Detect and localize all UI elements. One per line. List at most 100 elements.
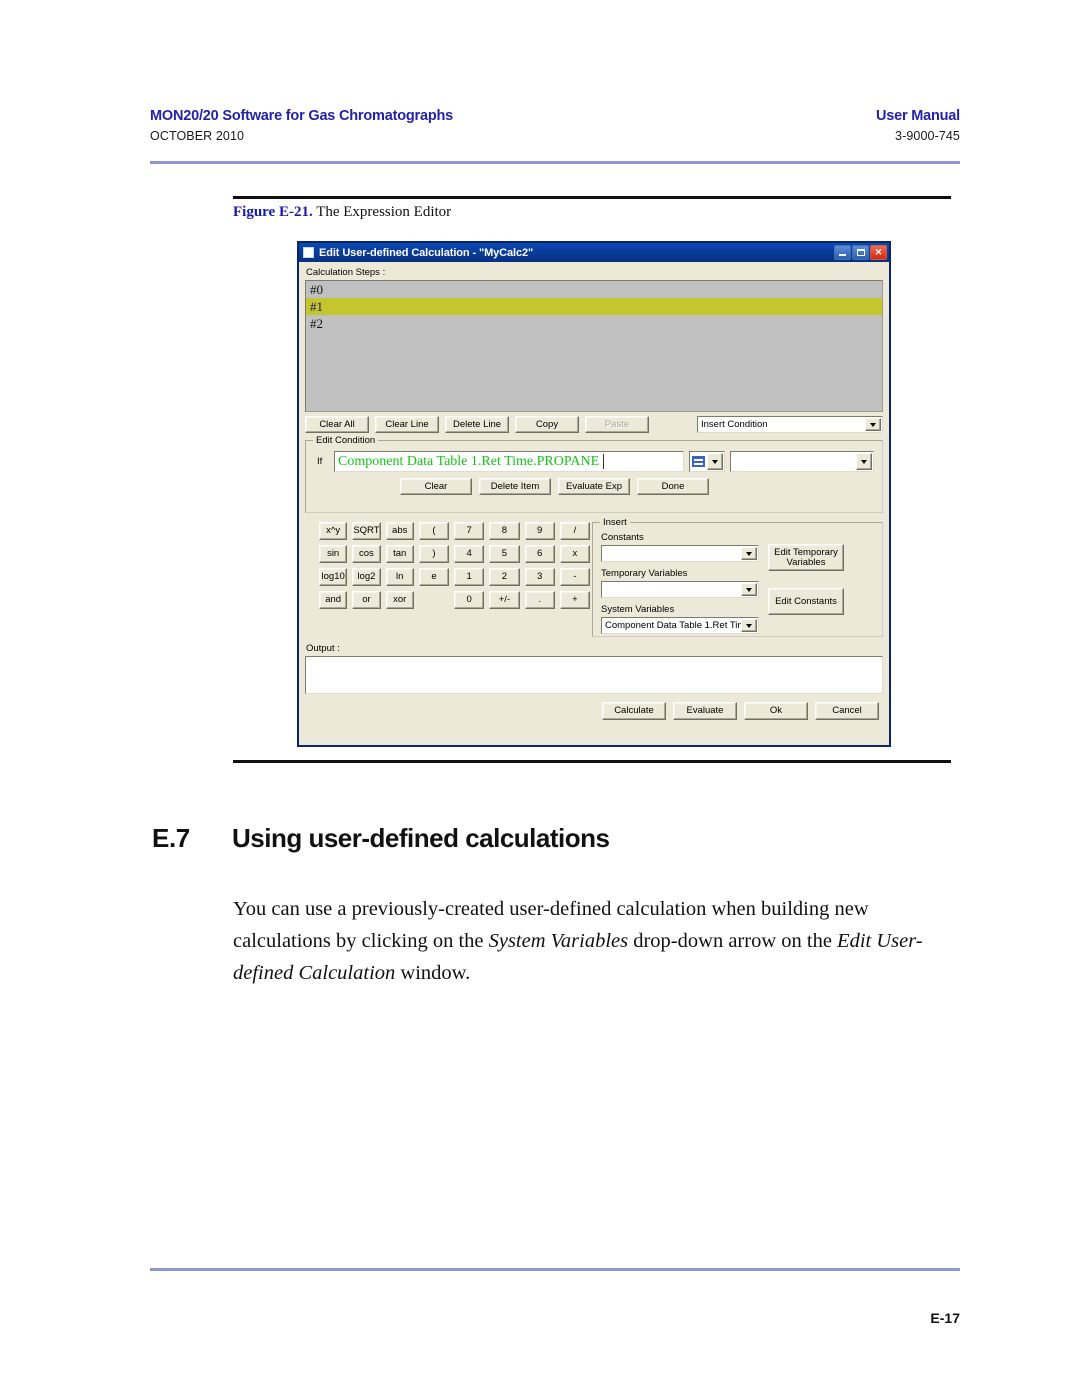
key-7[interactable]: 7 [454,522,485,540]
if-label: If [317,456,323,467]
key-pow[interactable]: x^y [319,522,348,540]
key-or[interactable]: or [352,591,381,609]
ok-button[interactable]: Ok [744,702,808,720]
page-number: E-17 [930,1310,960,1326]
key-0[interactable]: 0 [454,591,485,609]
body-text-part3: window. [395,962,471,984]
list-item[interactable]: #2 [306,315,882,332]
expression-text: Component Data Table 1.Ret Time.PROPANE [338,453,600,469]
key-sin[interactable]: sin [319,545,348,563]
key-cos[interactable]: cos [352,545,381,563]
key-xor[interactable]: xor [385,591,414,609]
key-8[interactable]: 8 [489,522,520,540]
clear-line-button[interactable]: Clear Line [375,416,439,433]
chevron-down-icon[interactable] [741,619,757,632]
figure-bottom-divider [233,760,951,763]
keypad-and-insert-area: x^y SQRT abs ( 7 8 9 / sin cos tan ) 4 5… [305,517,883,637]
calculation-steps-label: Calculation Steps : [306,267,386,278]
dialog-titlebar[interactable]: Edit User-defined Calculation - "MyCalc2… [299,243,889,262]
section-body-paragraph: You can use a previously-created user-de… [233,893,949,989]
temporary-variables-dropdown[interactable] [601,581,759,598]
insert-side-buttons: Edit Temporary Variables Edit Constants [768,532,844,636]
maximize-button[interactable] [852,245,869,260]
chevron-down-icon[interactable] [707,453,723,470]
key-divide[interactable]: / [559,522,591,540]
constants-label: Constants [601,532,644,543]
edit-constants-button[interactable]: Edit Constants [768,588,844,615]
condition-value-dropdown[interactable] [730,451,874,472]
key-close-paren[interactable]: ) [418,545,450,563]
chevron-down-icon[interactable] [856,453,872,470]
insert-condition-value: Insert Condition [701,419,768,430]
list-item[interactable]: #1 [306,298,882,315]
key-log2[interactable]: log2 [352,568,381,586]
key-decimal[interactable]: . [524,591,555,609]
key-ln[interactable]: ln [385,568,414,586]
list-item[interactable]: #0 [306,281,882,298]
key-multiply[interactable]: x [559,545,591,563]
output-label: Output : [306,643,340,654]
expression-input[interactable]: Component Data Table 1.Ret Time.PROPANE [334,451,684,472]
system-variables-label: System Variables [601,604,675,615]
steps-button-row: Clear All Clear Line Delete Line Copy Pa… [305,416,883,433]
key-abs[interactable]: abs [385,522,414,540]
key-3[interactable]: 3 [524,568,555,586]
keypad-gap [419,591,449,609]
system-variables-dropdown[interactable]: Component Data Table 1.Ret Time [601,617,759,634]
edit-temporary-variables-button[interactable]: Edit Temporary Variables [768,544,844,571]
edit-temp-vars-line1: Edit Temporary [774,546,838,558]
key-log10[interactable]: log10 [319,568,348,586]
section-number: E.7 [152,823,190,853]
clear-all-button[interactable]: Clear All [305,416,369,433]
calculate-button[interactable]: Calculate [602,702,666,720]
key-sqrt[interactable]: SQRT [352,522,381,540]
chevron-down-icon[interactable] [741,547,757,560]
insert-condition-dropdown[interactable]: Insert Condition [697,416,883,433]
chevron-down-icon[interactable] [865,418,881,431]
temporary-variables-label: Temporary Variables [601,568,688,579]
key-2[interactable]: 2 [489,568,520,586]
evaluate-button[interactable]: Evaluate [673,702,737,720]
key-e[interactable]: e [418,568,450,586]
body-emphasis-system-variables: System Variables [488,930,629,952]
key-tan[interactable]: tan [385,545,414,563]
window-app-icon [303,247,314,258]
operator-dropdown[interactable] [689,451,725,472]
key-sign[interactable]: +/- [489,591,520,609]
close-button[interactable]: ✕ [870,245,887,260]
minimize-button[interactable] [834,245,851,260]
edit-temp-vars-line2: Variables [786,556,826,568]
constants-dropdown[interactable] [601,545,759,562]
keypad-row: sin cos tan ) 4 5 6 x [319,545,591,563]
calculator-keypad: x^y SQRT abs ( 7 8 9 / sin cos tan ) 4 5… [305,522,591,637]
figure-top-divider [233,196,951,199]
minimize-icon [839,254,846,256]
edit-condition-group-title: Edit Condition [313,435,379,446]
section-heading: E.7 Using user-defined calculations [152,823,610,854]
key-plus[interactable]: + [559,591,591,609]
delete-item-button[interactable]: Delete Item [479,478,551,495]
dialog-action-buttons: Calculate Evaluate Ok Cancel [305,702,883,720]
output-textarea[interactable] [305,656,883,694]
evaluate-exp-button[interactable]: Evaluate Exp [558,478,630,495]
text-caret [603,454,605,469]
insert-group: Insert Constants Temporary Variables Sys… [592,517,883,637]
cancel-button[interactable]: Cancel [815,702,879,720]
key-1[interactable]: 1 [454,568,485,586]
key-5[interactable]: 5 [489,545,520,563]
clear-button[interactable]: Clear [400,478,472,495]
dialog-title: Edit User-defined Calculation - "MyCalc2… [319,246,534,259]
done-button[interactable]: Done [637,478,709,495]
copy-button[interactable]: Copy [515,416,579,433]
calculation-steps-list[interactable]: #0 #1 #2 [305,280,883,412]
delete-line-button[interactable]: Delete Line [445,416,509,433]
keypad-row: and or xor 0 +/- . + [319,591,591,609]
chevron-down-icon[interactable] [741,583,757,596]
insert-fields: Constants Temporary Variables System Var… [601,532,761,636]
key-9[interactable]: 9 [524,522,555,540]
key-6[interactable]: 6 [524,545,555,563]
key-open-paren[interactable]: ( [418,522,450,540]
key-and[interactable]: and [319,591,348,609]
key-4[interactable]: 4 [454,545,485,563]
key-minus[interactable]: - [559,568,591,586]
